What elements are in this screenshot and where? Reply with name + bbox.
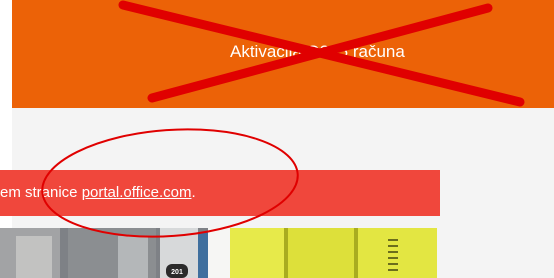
alert-message-text: em stranice — [0, 184, 82, 201]
portal-office-link[interactable]: portal.office.com — [82, 184, 192, 201]
room-number: 201 — [171, 269, 183, 276]
alert-message: em stranice portal.office.com. — [0, 184, 196, 202]
alert-banner: em stranice portal.office.com. — [0, 170, 440, 216]
hero-photo: 201 — [0, 228, 437, 278]
page-header: Aktivacija O365 računa — [12, 0, 554, 108]
office-lockers-photo: 201 — [0, 228, 437, 278]
page-title: Aktivacija O365 računa — [230, 42, 405, 61]
alert-message-end: . — [191, 184, 196, 201]
